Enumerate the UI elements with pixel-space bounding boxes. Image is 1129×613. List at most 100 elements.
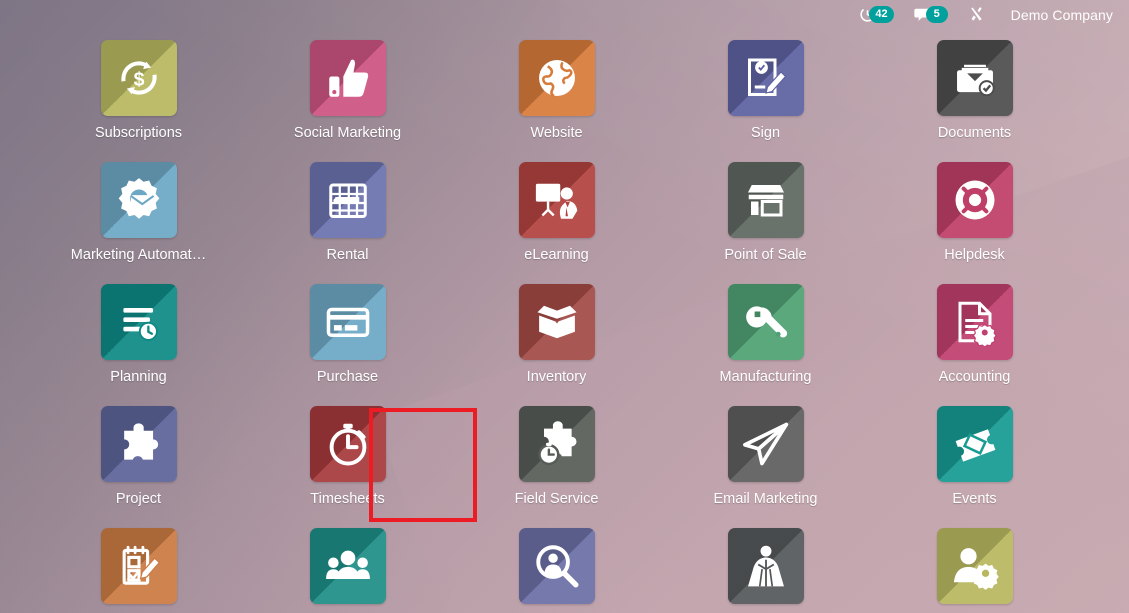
- svg-text:$: $: [133, 68, 144, 90]
- app-label: Sign: [750, 125, 781, 141]
- system-top-bar: 42 5 Demo Company: [0, 0, 1129, 29]
- app-tile-project[interactable]: Project: [68, 406, 209, 528]
- invoice-gear-icon[interactable]: [936, 284, 1013, 360]
- app-tile-website[interactable]: Website: [486, 40, 627, 162]
- rental-calendar-icon[interactable]: [309, 162, 386, 238]
- developer-tools-menu[interactable]: [968, 6, 985, 23]
- puzzle-piece-icon[interactable]: [100, 406, 177, 482]
- subscriptions-icon-glyph: $: [101, 40, 177, 116]
- ticket-icon-glyph: [937, 406, 1013, 482]
- app-tile-events[interactable]: Events: [904, 406, 1045, 528]
- stopwatch-icon[interactable]: [309, 406, 386, 482]
- survey-clipboard-icon[interactable]: [100, 528, 177, 604]
- open-box-icon[interactable]: [518, 284, 595, 360]
- invoice-gear-icon-glyph: [937, 284, 1013, 360]
- thumbs-up-icon-glyph: [310, 40, 386, 116]
- planning-clock-icon-glyph: [101, 284, 177, 360]
- app-tile-manufacturing[interactable]: Manufacturing: [695, 284, 836, 406]
- ticket-icon[interactable]: [936, 406, 1013, 482]
- developer-tools-icon: [968, 6, 985, 23]
- credit-card-icon[interactable]: [309, 284, 386, 360]
- elearning-board-icon[interactable]: [518, 162, 595, 238]
- app-label: Point of Sale: [724, 247, 807, 263]
- app-label: Helpdesk: [944, 247, 1005, 263]
- lifebuoy-icon-glyph: [937, 162, 1013, 238]
- globe-icon[interactable]: [518, 40, 595, 116]
- app-tile-subscriptions[interactable]: $ Subscriptions: [68, 40, 209, 162]
- messages-menu[interactable]: 5: [914, 6, 948, 23]
- company-name-label[interactable]: Demo Company: [1011, 7, 1113, 23]
- people-group-icon[interactable]: [309, 528, 386, 604]
- app-tile-recruitment[interactable]: Recruitment: [486, 528, 627, 613]
- app-tile-point-of-sale[interactable]: Point of Sale: [695, 162, 836, 284]
- app-tile-accounting[interactable]: Accounting: [904, 284, 1045, 406]
- app-tile-employees[interactable]: Employees: [277, 528, 418, 613]
- survey-clipboard-icon-glyph: [101, 528, 177, 604]
- app-tile-purchase[interactable]: Purchase: [277, 284, 418, 406]
- thumbs-up-icon[interactable]: [309, 40, 386, 116]
- app-label: Timesheets: [310, 491, 385, 507]
- app-label: Events: [952, 491, 997, 507]
- referral-person-icon-glyph: [728, 528, 804, 604]
- elearning-board-icon-glyph: [519, 162, 595, 238]
- paper-plane-icon-glyph: [728, 406, 804, 482]
- puzzle-piece-icon-glyph: [101, 406, 177, 482]
- person-gear-icon[interactable]: [936, 528, 1013, 604]
- activity-menu[interactable]: 42: [859, 6, 894, 23]
- globe-icon-glyph: [519, 40, 595, 116]
- puzzle-stopwatch-icon[interactable]: [518, 406, 595, 482]
- open-box-icon-glyph: [519, 284, 595, 360]
- app-label: Subscriptions: [94, 125, 183, 141]
- wrench-icon[interactable]: [727, 284, 804, 360]
- paper-plane-icon[interactable]: [727, 406, 804, 482]
- rental-calendar-icon-glyph: [310, 162, 386, 238]
- app-label: Rental: [326, 247, 369, 263]
- storefront-icon[interactable]: [727, 162, 804, 238]
- app-label: Marketing Automat…: [70, 247, 207, 263]
- gear-envelope-icon[interactable]: [100, 162, 177, 238]
- subscriptions-icon[interactable]: $: [100, 40, 177, 116]
- app-tile-surveys[interactable]: Surveys: [68, 528, 209, 613]
- sign-document-icon-glyph: [728, 40, 804, 116]
- people-group-icon-glyph: [310, 528, 386, 604]
- sign-document-icon[interactable]: [727, 40, 804, 116]
- app-tile-field-service[interactable]: Field Service: [486, 406, 627, 528]
- lifebuoy-icon[interactable]: [936, 162, 1013, 238]
- app-tile-planning[interactable]: Planning: [68, 284, 209, 406]
- puzzle-stopwatch-icon-glyph: [519, 406, 595, 482]
- app-tile-helpdesk[interactable]: Helpdesk: [904, 162, 1045, 284]
- app-label: Planning: [110, 369, 167, 385]
- referral-person-icon[interactable]: [727, 528, 804, 604]
- app-tile-marketing-automat[interactable]: Marketing Automat…: [68, 162, 209, 284]
- app-tile-sign[interactable]: Sign: [695, 40, 836, 162]
- app-tile-referrals[interactable]: Referrals: [695, 528, 836, 613]
- app-tile-inventory[interactable]: Inventory: [486, 284, 627, 406]
- app-label: Purchase: [316, 369, 379, 385]
- app-tile-documents[interactable]: Documents: [904, 40, 1045, 162]
- stopwatch-icon-glyph: [310, 406, 386, 482]
- magnifier-person-icon[interactable]: [518, 528, 595, 604]
- activity-count-badge: 42: [869, 6, 894, 23]
- app-tile-elearning[interactable]: eLearning: [486, 162, 627, 284]
- person-gear-icon-glyph: [937, 528, 1013, 604]
- app-tile-row5-24[interactable]: [904, 528, 1045, 613]
- app-tile-timesheets[interactable]: Timesheets: [277, 406, 418, 528]
- app-label: Accounting: [938, 369, 1011, 385]
- app-tile-rental[interactable]: Rental: [277, 162, 418, 284]
- app-label: Email Marketing: [713, 491, 818, 507]
- app-tile-social-marketing[interactable]: Social Marketing: [277, 40, 418, 162]
- app-tile-email-marketing[interactable]: Email Marketing: [695, 406, 836, 528]
- credit-card-icon-glyph: [310, 284, 386, 360]
- app-label: Field Service: [514, 491, 599, 507]
- app-label: Website: [530, 125, 583, 141]
- app-label: Inventory: [526, 369, 587, 385]
- app-label: Manufacturing: [719, 369, 812, 385]
- magnifier-person-icon-glyph: [519, 528, 595, 604]
- app-label: Social Marketing: [293, 125, 402, 141]
- storefront-icon-glyph: [728, 162, 804, 238]
- documents-tray-icon[interactable]: [936, 40, 1013, 116]
- app-label: Project: [115, 491, 162, 507]
- planning-clock-icon[interactable]: [100, 284, 177, 360]
- documents-tray-icon-glyph: [937, 40, 1013, 116]
- app-label: Documents: [937, 125, 1012, 141]
